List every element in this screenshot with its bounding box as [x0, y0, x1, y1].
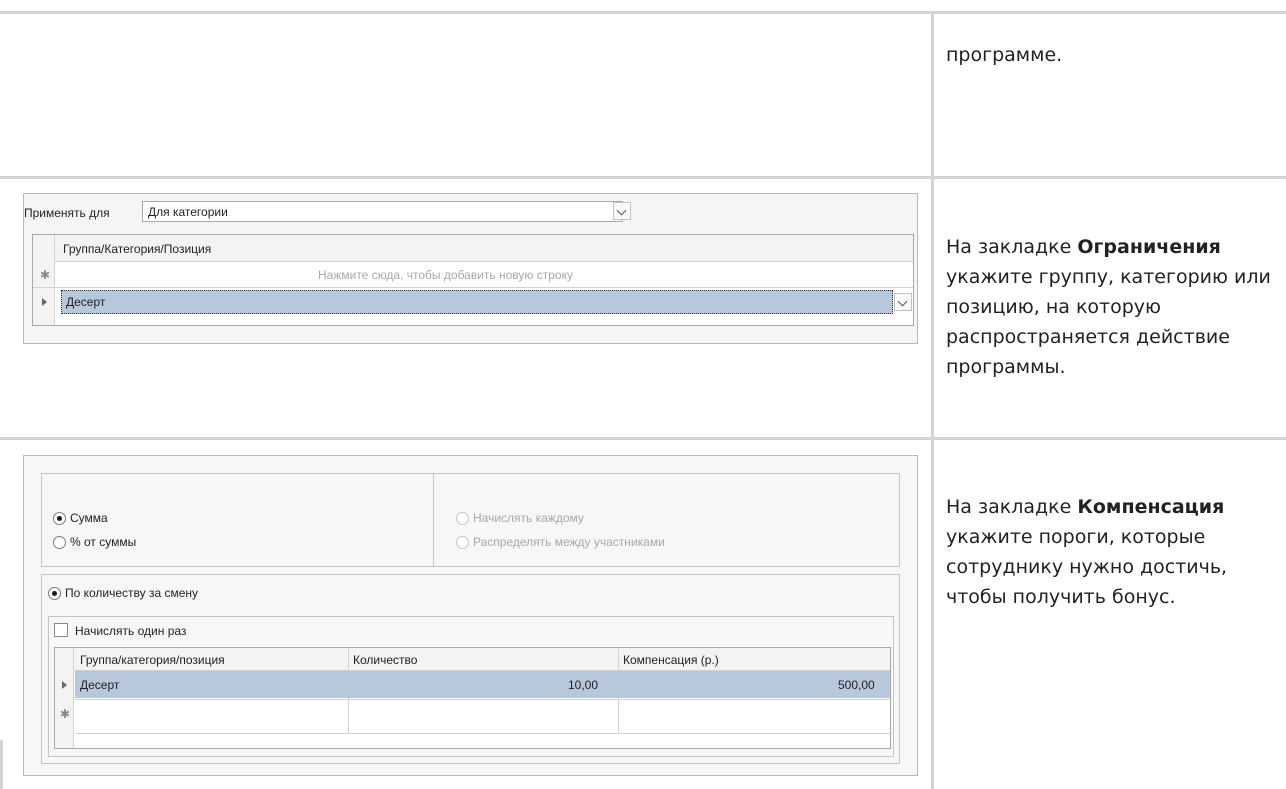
radio-distribute[interactable]	[456, 536, 469, 549]
column-header-compensation[interactable]: Компенсация (р.)	[623, 653, 719, 667]
radio-percent-label[interactable]: % от суммы	[70, 535, 136, 549]
check-once[interactable]	[54, 623, 68, 637]
apply-for-label: Применять для	[24, 206, 110, 220]
row2-description: На закладке Ограничения укажите группу, …	[946, 232, 1281, 382]
chevron-down-icon[interactable]	[894, 293, 912, 311]
new-row-icon: ✱	[60, 707, 71, 721]
table-left-border	[0, 740, 3, 789]
column-header[interactable]: Группа/Категория/Позиция	[63, 242, 211, 256]
radio-distribute-label[interactable]: Распределять между участниками	[473, 535, 665, 549]
tab-name-compensation: Компенсация	[1077, 496, 1225, 518]
table-border-row2	[0, 437, 1286, 440]
new-row-icon: ✱	[40, 268, 51, 282]
row-item: Десерт	[80, 678, 120, 692]
radio-sum[interactable]	[53, 512, 66, 525]
row3-description: На закладке Компенсация укажите пороги, …	[946, 492, 1281, 612]
row-quantity: 10,00	[568, 678, 599, 692]
row-pointer-icon	[42, 298, 47, 306]
table-row[interactable]	[75, 671, 890, 698]
radio-each-label[interactable]: Начислять каждому	[473, 511, 584, 525]
table-divider	[931, 11, 934, 789]
desc-prefix: На закладке	[946, 236, 1078, 258]
row1-description: программе.	[946, 44, 1063, 66]
tab-name-restrictions: Ограничения	[1077, 236, 1221, 258]
radio-each[interactable]	[456, 512, 469, 525]
column-header-quantity[interactable]: Количество	[353, 653, 417, 667]
radio-percent[interactable]	[53, 536, 66, 549]
row-pointer-icon	[62, 681, 67, 689]
apply-for-select[interactable]: Для категории	[142, 201, 631, 222]
radio-by-quantity[interactable]	[48, 587, 61, 600]
desc-prefix: На закладке	[946, 496, 1078, 518]
row-compensation: 500,00	[838, 678, 875, 692]
check-once-label[interactable]: Начислять один раз	[75, 624, 186, 638]
restrictions-grid: Группа/Категория/Позиция ✱ Нажмите сюда,…	[32, 234, 914, 326]
new-row-hint[interactable]: Нажмите сюда, чтобы добавить новую строк…	[318, 268, 573, 282]
compensation-panel: Сумма % от суммы Начислять каждому Распр…	[23, 455, 918, 776]
radio-sum-label[interactable]: Сумма	[70, 511, 108, 525]
selected-item: Десерт	[66, 295, 106, 309]
column-header-item[interactable]: Группа/категория/позиция	[80, 653, 225, 667]
restrictions-panel: Применять для Для категории Группа/Катег…	[23, 193, 918, 344]
grid-row-selector-column	[55, 648, 74, 748]
desc-suffix: укажите группу, категорию или позицию, н…	[946, 266, 1271, 378]
desc-suffix: укажите пороги, которые сотруднику нужно…	[946, 526, 1228, 608]
chevron-down-icon[interactable]	[613, 202, 631, 220]
apply-for-value: Для категории	[148, 205, 228, 219]
new-row[interactable]	[75, 699, 890, 734]
radio-by-quantity-label[interactable]: По количеству за смену	[65, 586, 198, 600]
compensation-grid: Группа/категория/позиция Количество Комп…	[54, 647, 891, 749]
table-border-row1	[0, 176, 1286, 179]
table-border-top	[0, 11, 1286, 14]
selected-row[interactable]	[61, 290, 893, 314]
